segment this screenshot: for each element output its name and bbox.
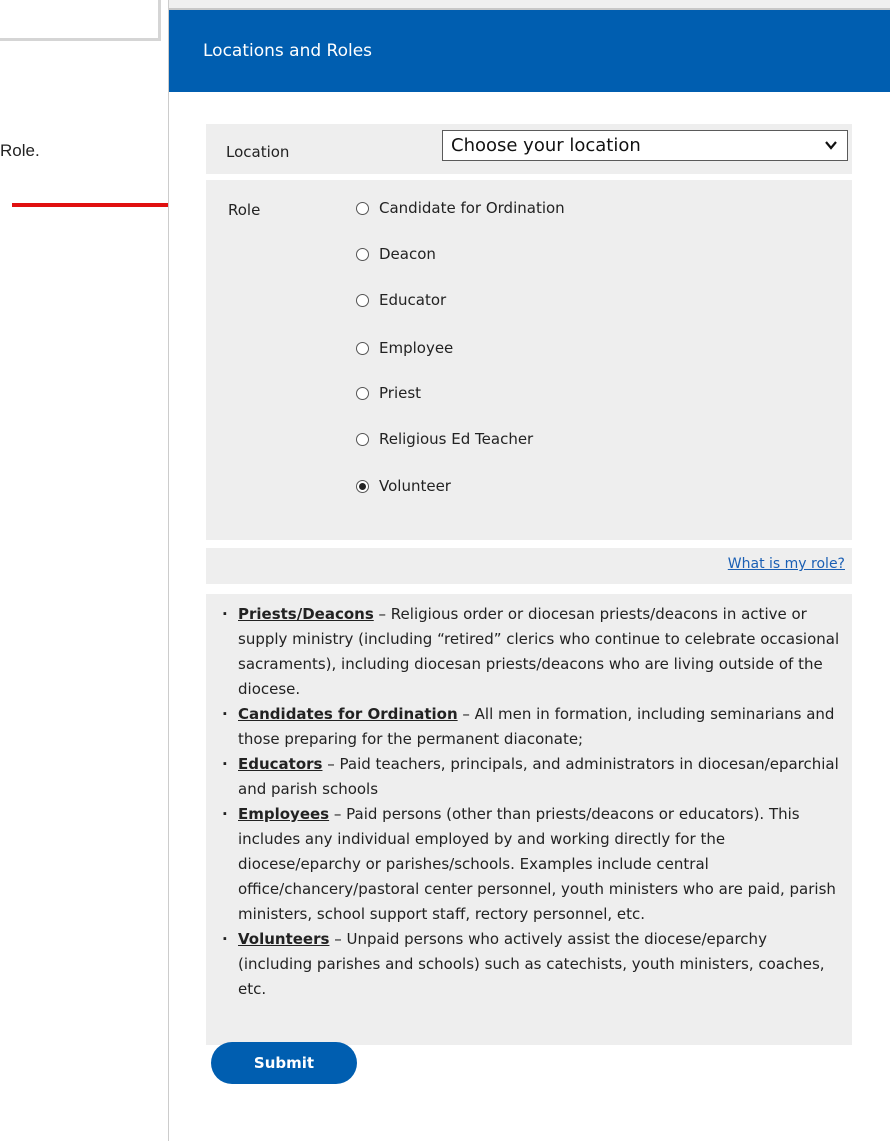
definition-term: Volunteers bbox=[238, 930, 330, 948]
locations-roles-panel: Locations and Roles Location Choose your… bbox=[168, 0, 890, 1141]
panel-header: Locations and Roles bbox=[169, 10, 890, 92]
role-option-label: Priest bbox=[379, 384, 422, 402]
definition-item: Priests/Deacons – Religious order or dio… bbox=[220, 602, 840, 702]
definition-term: Educators bbox=[238, 755, 323, 773]
role-option-religious-ed-teacher[interactable]: Religious Ed Teacher bbox=[356, 430, 533, 448]
chevron-down-icon bbox=[825, 141, 837, 150]
definition-text: – Paid teachers, principals, and adminis… bbox=[238, 755, 839, 798]
radio-button[interactable] bbox=[356, 341, 369, 355]
left-window-fragment bbox=[0, 0, 161, 41]
definition-item: Candidates for Ordination – All men in f… bbox=[220, 702, 840, 752]
definition-term: Employees bbox=[238, 805, 330, 823]
definition-item: Employees – Paid persons (other than pri… bbox=[220, 802, 840, 927]
location-select[interactable]: Choose your location bbox=[442, 130, 848, 161]
definition-term: Candidates for Ordination bbox=[238, 705, 458, 723]
role-label: Role bbox=[228, 201, 261, 219]
definition-term: Priests/Deacons bbox=[238, 605, 374, 623]
role-option-candidate[interactable]: Candidate for Ordination bbox=[356, 199, 565, 217]
role-option-label: Employee bbox=[379, 339, 454, 357]
definitions-list: Priests/Deacons – Religious order or dio… bbox=[220, 602, 840, 1002]
role-option-deacon[interactable]: Deacon bbox=[356, 245, 436, 263]
role-option-label: Deacon bbox=[379, 245, 436, 263]
radio-button[interactable] bbox=[356, 247, 369, 261]
radio-button[interactable] bbox=[356, 432, 369, 446]
role-option-label: Religious Ed Teacher bbox=[379, 430, 534, 448]
panel-top-border bbox=[169, 0, 890, 10]
role-row: Role Candidate for Ordination Deacon Edu… bbox=[206, 180, 852, 540]
location-select-value: Choose your location bbox=[451, 135, 641, 156]
role-definitions: Priests/Deacons – Religious order or dio… bbox=[206, 594, 852, 1045]
submit-button[interactable]: Submit bbox=[211, 1042, 357, 1084]
definition-item: Volunteers – Unpaid persons who actively… bbox=[220, 927, 840, 1002]
role-option-educator[interactable]: Educator bbox=[356, 291, 446, 309]
radio-button[interactable] bbox=[356, 386, 369, 400]
radio-button[interactable] bbox=[356, 201, 369, 215]
role-option-label: Volunteer bbox=[379, 477, 451, 495]
role-option-volunteer[interactable]: Volunteer bbox=[356, 477, 451, 495]
instruction-text-fragment: Role. bbox=[0, 141, 40, 160]
role-option-label: Candidate for Ordination bbox=[379, 199, 565, 217]
role-help-row: What is my role? bbox=[206, 548, 852, 584]
role-option-employee[interactable]: Employee bbox=[356, 339, 453, 357]
role-option-label: Educator bbox=[379, 291, 447, 309]
radio-button[interactable] bbox=[356, 293, 369, 307]
what-is-my-role-link[interactable]: What is my role? bbox=[728, 556, 845, 572]
location-label: Location bbox=[226, 143, 290, 161]
radio-button-checked[interactable] bbox=[356, 479, 369, 493]
role-option-priest[interactable]: Priest bbox=[356, 384, 421, 402]
definition-item: Educators – Paid teachers, principals, a… bbox=[220, 752, 840, 802]
location-row: Location Choose your location bbox=[206, 124, 852, 174]
panel-title: Locations and Roles bbox=[203, 41, 373, 61]
